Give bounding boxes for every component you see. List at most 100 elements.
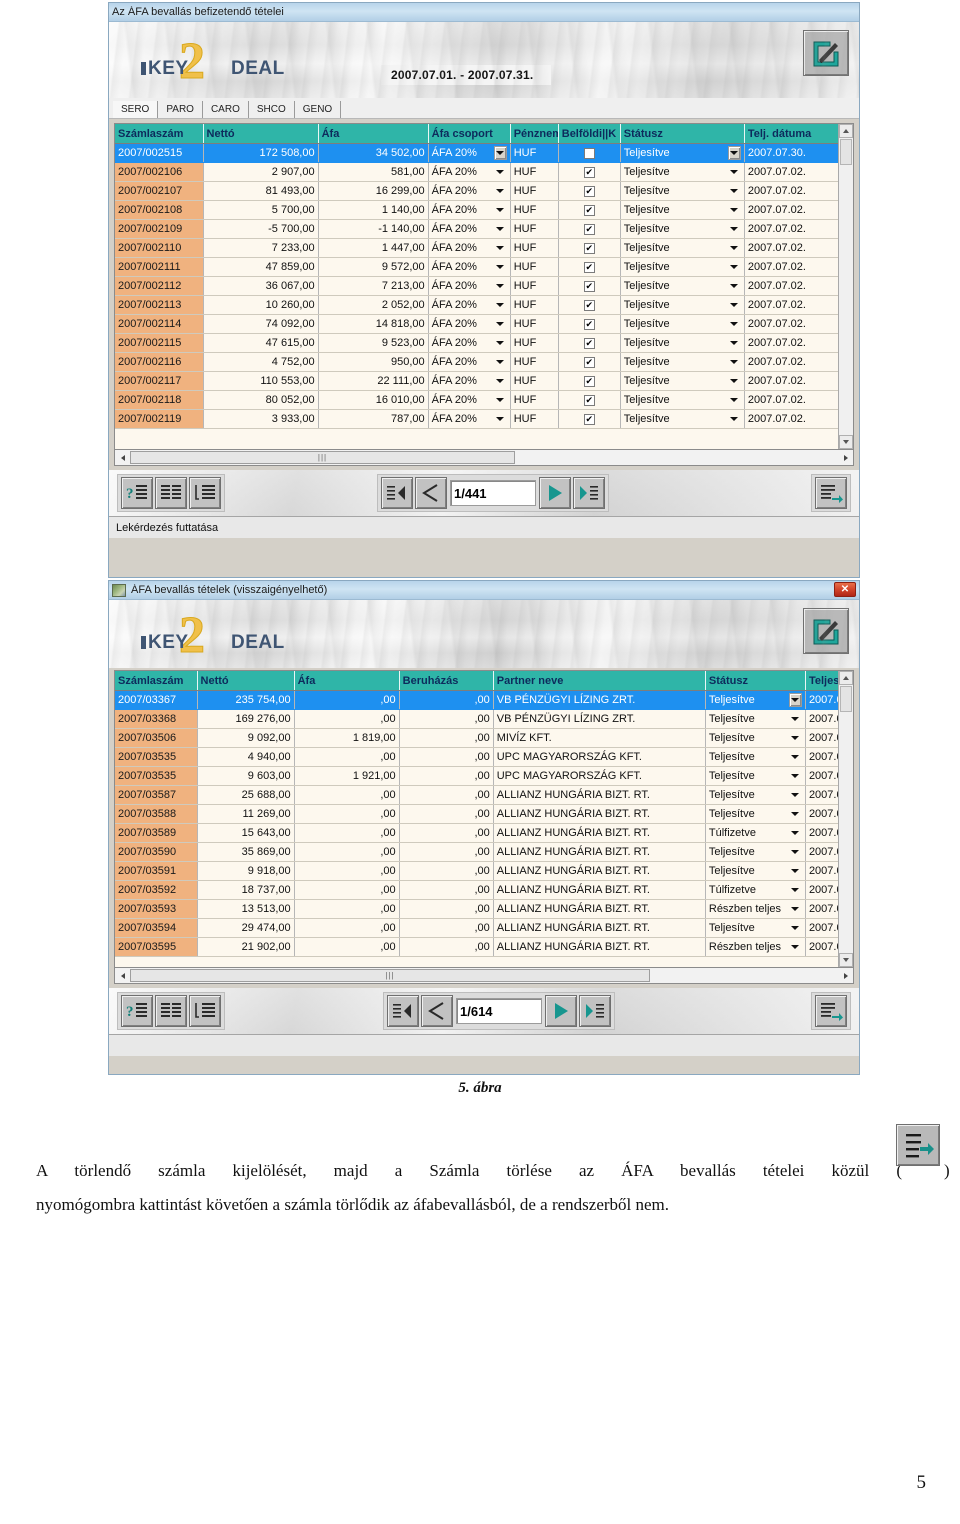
belfoldi-checkbox[interactable] bbox=[583, 147, 595, 159]
chevron-down-icon[interactable] bbox=[728, 336, 741, 350]
table-row[interactable]: 2007/03593 13 513,00,00,00 ALLIANZ HUNGÁRI… bbox=[115, 899, 854, 919]
col-penznem[interactable]: Pénznem bbox=[510, 124, 559, 144]
chevron-down-icon[interactable] bbox=[789, 731, 802, 745]
chevron-down-icon[interactable] bbox=[789, 845, 802, 859]
cell-netto[interactable]: 4 752,00 bbox=[203, 352, 319, 372]
cell-belfoldi[interactable] bbox=[558, 143, 621, 163]
chevron-down-icon[interactable] bbox=[788, 693, 802, 707]
cell-netto[interactable]: 110 553,00 bbox=[203, 371, 319, 391]
cell-netto[interactable]: 35 869,00 bbox=[197, 842, 295, 862]
record-counter-field[interactable]: 1/441 bbox=[450, 480, 536, 506]
cell-afa[interactable]: 22 111,00 bbox=[318, 371, 429, 391]
col-afa-csoport[interactable]: Áfa csoport bbox=[428, 124, 511, 144]
table-row[interactable]: 2007/002111 47 859,00 9 572,00 ÁFA 20% HUF ✔ T… bbox=[115, 257, 854, 277]
cell-partner-neve[interactable]: ALLIANZ HUNGÁRIA BIZT. RT. bbox=[493, 842, 706, 862]
cell-belfoldi[interactable]: ✔ bbox=[558, 371, 621, 391]
table-row[interactable]: 2007/002114 74 092,00 14 818,00 ÁFA 20% HUF ✔… bbox=[115, 314, 854, 334]
edit-pencil-icon[interactable] bbox=[803, 30, 849, 76]
cell-belfoldi[interactable]: ✔ bbox=[558, 238, 621, 258]
table-row[interactable]: 2007/03506 9 092,00 1 819,00,00 MIVÍZ KFT. T… bbox=[115, 728, 854, 748]
cell-partner-neve[interactable]: ALLIANZ HUNGÁRIA BIZT. RT. bbox=[493, 899, 706, 919]
cell-statusz[interactable]: Teljesítve bbox=[620, 181, 745, 201]
chevron-down-icon[interactable] bbox=[789, 921, 802, 935]
cell-statusz[interactable]: Teljesítve bbox=[620, 314, 745, 334]
cell-statusz[interactable]: Teljesítve bbox=[620, 238, 745, 258]
cell-partner-neve[interactable]: ALLIANZ HUNGÁRIA BIZT. RT. bbox=[493, 804, 706, 824]
belfoldi-checkbox[interactable]: ✔ bbox=[583, 375, 595, 387]
tab-shco[interactable]: SHCO bbox=[248, 101, 295, 118]
cell-szamlaszam[interactable]: 2007/002515 bbox=[115, 143, 204, 163]
belfoldi-checkbox[interactable]: ✔ bbox=[583, 185, 595, 197]
belfoldi-checkbox[interactable]: ✔ bbox=[583, 299, 595, 311]
cell-szamlaszam[interactable]: 2007/002118 bbox=[115, 390, 204, 410]
cell-beruhazas[interactable]: ,00 bbox=[399, 918, 494, 938]
previous-record-icon[interactable] bbox=[421, 995, 453, 1027]
cell-szamlaszam[interactable]: 2007/002111 bbox=[115, 257, 204, 277]
cell-afa[interactable]: 950,00 bbox=[318, 352, 429, 372]
col-telj-datuma[interactable]: Telj. dátuma bbox=[744, 124, 854, 144]
cell-netto[interactable]: 13 513,00 bbox=[197, 899, 295, 919]
cell-afa[interactable]: 1 140,00 bbox=[318, 200, 429, 220]
chevron-down-icon[interactable] bbox=[728, 203, 741, 217]
scroll-down-icon[interactable] bbox=[839, 953, 853, 967]
table-row[interactable]: 2007/002107 81 493,00 16 299,00 ÁFA 20% HUF ✔… bbox=[115, 181, 854, 201]
cell-partner-neve[interactable]: UPC MAGYARORSZÁG KFT. bbox=[493, 766, 706, 786]
cell-netto[interactable]: 2 907,00 bbox=[203, 162, 319, 182]
chevron-down-icon[interactable] bbox=[789, 712, 802, 726]
cell-telj-datuma[interactable]: 2007.07.02. bbox=[744, 352, 854, 372]
chevron-down-icon[interactable] bbox=[494, 260, 507, 274]
window2-table[interactable]: Számlaszám Nettó Áfa Beruházás Partner n… bbox=[115, 671, 854, 957]
chevron-down-icon[interactable] bbox=[728, 393, 741, 407]
cell-partner-neve[interactable]: ALLIANZ HUNGÁRIA BIZT. RT. bbox=[493, 823, 706, 843]
cell-afa-csoport[interactable]: ÁFA 20% bbox=[428, 352, 511, 372]
cell-telj-datuma[interactable]: 2007.07.02. bbox=[744, 219, 854, 239]
cell-partner-neve[interactable]: ALLIANZ HUNGÁRIA BIZT. RT. bbox=[493, 918, 706, 938]
col-netto[interactable]: Nettó bbox=[203, 124, 319, 144]
chevron-down-icon[interactable] bbox=[789, 826, 802, 840]
cell-beruhazas[interactable]: ,00 bbox=[399, 861, 494, 881]
cell-telj-datuma[interactable]: 2007.07.02. bbox=[744, 181, 854, 201]
cell-szamlaszam[interactable]: 2007/03535 bbox=[115, 747, 198, 767]
cell-afa[interactable]: 1 819,00 bbox=[294, 728, 400, 748]
cell-szamlaszam[interactable]: 2007/03588 bbox=[115, 804, 198, 824]
cell-netto[interactable]: 25 688,00 bbox=[197, 785, 295, 805]
cell-afa-csoport[interactable]: ÁFA 20% bbox=[428, 162, 511, 182]
help-list-icon[interactable]: ? bbox=[121, 995, 153, 1027]
col-partner-neve[interactable]: Partner neve bbox=[493, 671, 706, 691]
next-record-icon[interactable] bbox=[539, 477, 571, 509]
cell-beruhazas[interactable]: ,00 bbox=[399, 766, 494, 786]
cell-afa-csoport[interactable]: ÁFA 20% bbox=[428, 314, 511, 334]
previous-record-icon[interactable] bbox=[415, 477, 447, 509]
last-record-icon[interactable] bbox=[579, 995, 611, 1027]
cell-statusz[interactable]: Teljesítve bbox=[620, 257, 745, 277]
cell-afa[interactable]: ,00 bbox=[294, 785, 400, 805]
cell-statusz[interactable]: Teljesítve bbox=[620, 371, 745, 391]
cell-afa-csoport[interactable]: ÁFA 20% bbox=[428, 257, 511, 277]
chevron-down-icon[interactable] bbox=[728, 355, 741, 369]
cell-szamlaszam[interactable]: 2007/03592 bbox=[115, 880, 198, 900]
cell-afa[interactable]: 1 921,00 bbox=[294, 766, 400, 786]
cell-netto[interactable]: 15 643,00 bbox=[197, 823, 295, 843]
tab-geno[interactable]: GENO bbox=[294, 101, 342, 118]
cell-netto[interactable]: -5 700,00 bbox=[203, 219, 319, 239]
cell-netto[interactable]: 74 092,00 bbox=[203, 314, 319, 334]
cell-szamlaszam[interactable]: 2007/03594 bbox=[115, 918, 198, 938]
cell-afa[interactable]: 16 010,00 bbox=[318, 390, 429, 410]
cell-belfoldi[interactable]: ✔ bbox=[558, 219, 621, 239]
table-row[interactable]: 2007/03587 25 688,00,00,00 ALLIANZ HUNGÁRI… bbox=[115, 785, 854, 805]
scroll-up-icon[interactable] bbox=[839, 671, 853, 685]
cell-afa[interactable]: ,00 bbox=[294, 880, 400, 900]
cell-netto[interactable]: 11 269,00 bbox=[197, 804, 295, 824]
chevron-down-icon[interactable] bbox=[728, 412, 741, 426]
cell-belfoldi[interactable]: ✔ bbox=[558, 257, 621, 277]
table-row[interactable]: 2007/002113 10 260,00 2 052,00 ÁFA 20% HUF ✔ T… bbox=[115, 295, 854, 315]
cell-szamlaszam[interactable]: 2007/002108 bbox=[115, 200, 204, 220]
table-row[interactable]: 2007/03591 9 918,00,00,00 ALLIANZ HUNGÁRIA… bbox=[115, 861, 854, 881]
cell-netto[interactable]: 172 508,00 bbox=[203, 143, 319, 163]
window1-titlebar[interactable]: Az ÁFA bevallás befizetendő tételei bbox=[109, 3, 859, 22]
col-statusz[interactable]: Státusz bbox=[705, 671, 806, 691]
chevron-down-icon[interactable] bbox=[494, 317, 507, 331]
table-row[interactable]: 2007/03595 21 902,00,00,00 ALLIANZ HUNGÁRI… bbox=[115, 937, 854, 957]
cell-afa[interactable]: 7 213,00 bbox=[318, 276, 429, 296]
cell-belfoldi[interactable]: ✔ bbox=[558, 162, 621, 182]
